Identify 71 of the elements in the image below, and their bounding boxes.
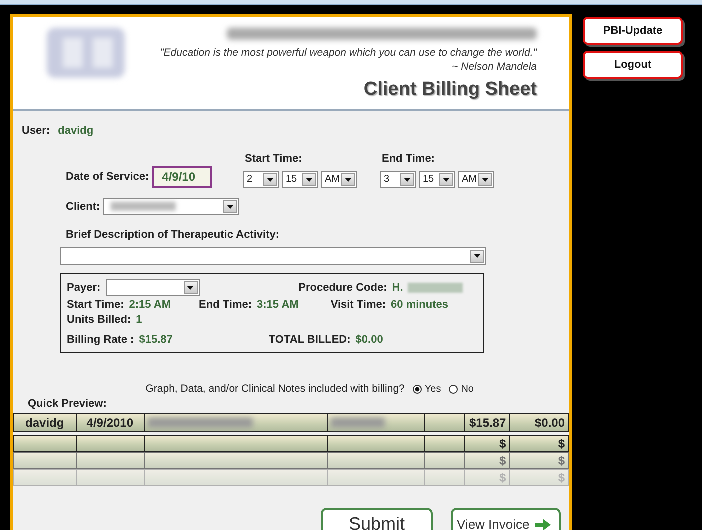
table-cell bbox=[14, 470, 77, 485]
blurred-text bbox=[330, 418, 386, 428]
field-value: $0.00 bbox=[356, 334, 384, 346]
quote-text: "Education is the most powerful weapon which you can use to change the world." bbox=[160, 47, 537, 59]
caret-icon bbox=[187, 286, 194, 290]
arrow-icon bbox=[534, 518, 551, 530]
table-cell: $ bbox=[465, 470, 510, 485]
table-cell bbox=[76, 470, 145, 485]
user-label: User: bbox=[22, 125, 50, 137]
client-dropdown[interactable] bbox=[103, 198, 240, 215]
caret-icon bbox=[474, 254, 480, 258]
field-label: End Time: bbox=[199, 299, 252, 311]
caret-icon bbox=[442, 178, 450, 182]
table-cell bbox=[14, 453, 77, 468]
table-cell: 4/9/2010 bbox=[76, 414, 145, 431]
view-invoice-button[interactable]: View Invoice bbox=[451, 508, 561, 530]
dropdown-field[interactable]: 15 bbox=[419, 171, 455, 188]
field-label: Start Time: bbox=[67, 299, 124, 311]
field-value: 3:15 AM bbox=[257, 299, 299, 311]
field-value: 2:15 AM bbox=[129, 299, 172, 311]
table-cell: $ bbox=[465, 436, 510, 451]
field-label: Payer: bbox=[67, 282, 101, 294]
dropdown-field[interactable] bbox=[106, 279, 200, 296]
submit-button[interactable]: Submit bbox=[321, 508, 433, 530]
user-name: davidg bbox=[58, 125, 94, 137]
table-cell: $15.87 bbox=[465, 414, 510, 431]
caret-icon bbox=[404, 178, 410, 182]
caret-icon bbox=[266, 178, 274, 182]
field-label: Procedure Code: bbox=[298, 282, 388, 294]
radio-option[interactable]: Yes bbox=[412, 384, 442, 394]
blurred-text bbox=[408, 282, 464, 292]
radio-option[interactable]: No bbox=[449, 384, 474, 394]
dropdown-field[interactable]: AM bbox=[321, 171, 357, 188]
table-cell: $0.00 bbox=[510, 414, 568, 431]
field-label: Client: bbox=[66, 200, 100, 212]
section-label: Quick Preview: bbox=[28, 398, 107, 410]
dropdown-field[interactable]: AM bbox=[458, 171, 494, 188]
nav-button[interactable]: PBI-Update bbox=[583, 17, 683, 45]
table-cell: davidg bbox=[14, 414, 77, 431]
table-cell bbox=[425, 453, 466, 468]
caret-icon bbox=[344, 178, 352, 182]
question-text: Graph, Data, and/or Clinical Notes included with billing? bbox=[146, 383, 405, 395]
table-cell: $ bbox=[510, 436, 568, 451]
table-cell: $ bbox=[510, 470, 568, 485]
field-label: Visit Time: bbox=[330, 299, 386, 311]
field-label: Brief Description of Therapeutic Activity: bbox=[66, 229, 280, 241]
page-title: Client Billing Sheet bbox=[364, 79, 537, 101]
table-cell bbox=[425, 470, 466, 485]
dropdown-field[interactable]: 15 bbox=[282, 171, 318, 188]
caret-icon bbox=[482, 178, 488, 182]
field-label: Units Billed: bbox=[67, 314, 132, 326]
dropdown-field[interactable]: 3 bbox=[380, 171, 416, 188]
field-label: TOTAL BILLED: bbox=[268, 334, 351, 346]
field-label: Billing Rate : bbox=[67, 334, 134, 346]
date-field[interactable]: 4/9/10 bbox=[152, 166, 212, 188]
dropdown-field[interactable]: 2 bbox=[243, 171, 279, 188]
field-value: H. bbox=[392, 282, 404, 294]
table-cell: $ bbox=[465, 453, 510, 468]
field-value: 1 bbox=[136, 314, 142, 326]
table-cell: $ bbox=[510, 453, 568, 468]
field-value: 60 minutes bbox=[391, 299, 449, 311]
field-label: Start Time: bbox=[244, 153, 304, 165]
field-label: Date of Service: bbox=[66, 171, 150, 183]
quote-attribution: ~ Nelson Mandela bbox=[452, 61, 537, 73]
nav-button[interactable]: Logout bbox=[583, 51, 683, 79]
description-dropdown[interactable] bbox=[60, 247, 486, 265]
table-cell bbox=[76, 453, 145, 468]
caret-icon bbox=[226, 204, 234, 208]
caret-icon bbox=[306, 178, 312, 182]
field-value: $15.87 bbox=[139, 334, 173, 346]
field-label: End Time: bbox=[381, 153, 436, 165]
